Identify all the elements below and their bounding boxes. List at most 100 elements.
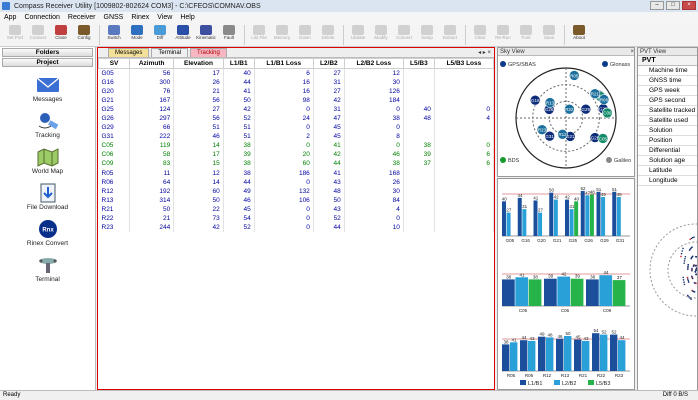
table-row[interactable]: G29 66 51 51 0 45 0 (98, 123, 495, 133)
pvt-field: GPS week (638, 86, 697, 96)
table-row[interactable]: G16 300 26 44 16 31 30 (98, 77, 495, 87)
toolbar-button-label: Kinematic (196, 35, 216, 40)
column-header[interactable]: L2/B2 (312, 58, 345, 69)
menu-view[interactable]: View (157, 14, 172, 21)
column-header[interactable]: Elevation (173, 58, 224, 69)
maximize-button[interactable]: □ (666, 1, 680, 10)
extract-button[interactable]: Extract (439, 23, 461, 45)
tab-close-icon[interactable]: ◂ ▸ × (478, 49, 491, 56)
re-run-button[interactable]: Re-Run (492, 23, 514, 45)
menu-app[interactable]: App (4, 14, 16, 21)
table-row[interactable]: R06 64 14 44 0 43 26 (98, 177, 495, 187)
tab-terminal[interactable]: Terminal (151, 48, 189, 57)
table-row[interactable]: G20 76 21 41 16 27 126 (98, 86, 495, 96)
table-row[interactable]: G05 56 17 40 6 27 12 (98, 68, 495, 78)
column-header[interactable]: Azimuth (129, 58, 175, 69)
close-button[interactable]: Close (50, 23, 72, 45)
delete-button[interactable]: Delete (317, 23, 339, 45)
toolbar-separator (343, 25, 344, 45)
table-row[interactable]: R12 192 60 49 132 48 30 (98, 186, 495, 196)
table-row[interactable]: C06 58 17 39 20 42 46 39 6 (98, 150, 495, 160)
sidebar-item-file-download[interactable]: File Download (0, 182, 95, 211)
table-row[interactable]: C05 119 14 38 0 41 0 38 0 (98, 141, 495, 151)
table-row[interactable]: R05 11 12 38 186 41 168 (98, 168, 495, 178)
set-port-button[interactable]: Set Port (4, 23, 26, 45)
signal-strength-panel: 40 27 G05 44 31 G16 41 27 G20 50 42 G21 42 31 40 G25 52 4… (497, 178, 635, 390)
attitude-button[interactable]: Attitude (172, 23, 194, 45)
switch-button[interactable]: Switch (103, 23, 125, 45)
down-button[interactable]: Down (294, 23, 316, 45)
table-row[interactable]: G25 124 27 42 0 31 0 40 0 (98, 104, 495, 114)
tab-tracking[interactable]: Tracking (190, 48, 227, 57)
table-cell: 0 (434, 141, 495, 151)
sky-legend-label: BDS (508, 158, 520, 164)
table-cell: 98 (254, 95, 314, 105)
table-cell: 126 (344, 86, 404, 96)
list-file-button[interactable]: List File (248, 23, 270, 45)
memory-button[interactable]: Memory (271, 23, 293, 45)
table-cell: 6 (254, 68, 314, 78)
table-cell: 244 (129, 223, 175, 233)
sidebar-item-world-map[interactable]: World Map (0, 146, 95, 175)
table-row[interactable]: G31 222 46 51 2 45 8 (98, 132, 495, 142)
table-row[interactable]: G26 297 56 52 24 47 38 48 4 (98, 113, 495, 124)
project-header[interactable]: Project (2, 58, 93, 67)
config-button[interactable]: Config (73, 23, 95, 45)
setup-button[interactable]: Setup (416, 23, 438, 45)
menu-gnss[interactable]: GNSS (104, 14, 124, 21)
connect-button[interactable]: Connect (27, 23, 49, 45)
column-header[interactable]: L1/B1 (222, 58, 255, 69)
scatter-point (692, 265, 695, 267)
about-button[interactable]: About (568, 23, 590, 45)
ubdate-button[interactable]: Ubdate (347, 23, 369, 45)
menu-help[interactable]: Help (180, 14, 194, 21)
scatter-point (691, 269, 693, 272)
close-icon[interactable]: × (630, 48, 634, 55)
signal-bar (564, 336, 572, 371)
minimize-button[interactable]: – (650, 1, 664, 10)
table-row[interactable]: R13 314 50 46 106 50 84 (98, 195, 495, 205)
column-header[interactable]: L5/B3 Loss (433, 58, 495, 69)
table-row[interactable]: R22 21 73 54 0 52 0 (98, 214, 495, 224)
column-header[interactable]: L2/B2 Loss (343, 58, 404, 69)
table-cell: 41 (223, 86, 255, 96)
sidebar-item-terminal[interactable]: Terminal (0, 254, 95, 283)
kinematic-button[interactable]: Kinematic (195, 23, 217, 45)
signal-bar (546, 337, 554, 371)
table-row[interactable]: G21 167 56 50 98 42 184 (98, 95, 495, 105)
signal-bar-charts: 4027G054431G164127G205042G21423140G25524… (502, 186, 630, 387)
column-header[interactable]: L1/B1 Loss (253, 58, 314, 69)
menu-connection[interactable]: Connection (24, 14, 59, 21)
sidebar-item-messages[interactable]: Messages (0, 74, 95, 103)
sv-cell: G31 (98, 132, 131, 142)
fault-button[interactable]: Fault (218, 23, 240, 45)
scatter-point (695, 282, 697, 285)
table-cell: 42 (173, 223, 224, 233)
tab-messages[interactable]: Messages (108, 48, 150, 57)
folders-header[interactable]: Folders (2, 48, 93, 57)
column-header[interactable]: L5/B3 (402, 58, 435, 69)
mode-button[interactable]: Mode (126, 23, 148, 45)
table-cell: 24 (254, 113, 314, 124)
column-header[interactable]: SV (97, 58, 131, 69)
menu-rinex[interactable]: Rinex (131, 14, 149, 21)
table-cell: 64 (129, 177, 175, 187)
signal-bar (556, 338, 564, 371)
sidebar-item-tracking[interactable]: Tracking (0, 110, 95, 139)
clear-button[interactable]: Clear (469, 23, 491, 45)
table-row[interactable]: R21 50 22 45 0 43 4 (98, 204, 495, 214)
convert-button[interactable]: Convert (393, 23, 415, 45)
sv-cell: G21 (98, 95, 131, 105)
save-button[interactable]: Save (538, 23, 560, 45)
modify-button[interactable]: Modify (370, 23, 392, 45)
scatter-point (686, 276, 689, 279)
table-row[interactable]: C09 83 15 38 60 44 38 37 6 (98, 159, 495, 169)
sidebar-item-rinex-convert[interactable]: Rnx Rinex Convert (0, 218, 95, 247)
mode-icon (131, 25, 143, 35)
menu-receiver[interactable]: Receiver (68, 14, 96, 21)
toolbar-button-label: Memory (273, 35, 291, 40)
diff-button[interactable]: Diff (149, 23, 171, 45)
close-window-button[interactable]: × (682, 1, 696, 10)
table-row[interactable]: R23 244 42 52 0 44 10 (98, 223, 495, 233)
font-button[interactable]: Font (515, 23, 537, 45)
